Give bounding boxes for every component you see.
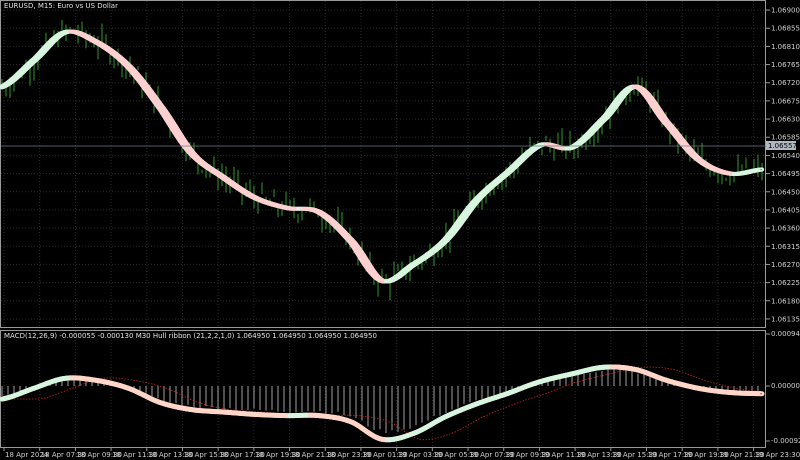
price-axis-label: 1.06540 — [771, 152, 800, 160]
price-axis-label: 1.06180 — [771, 297, 800, 305]
price-axis-label: 1.06450 — [771, 188, 800, 196]
price-axis-label: 1.06630 — [771, 116, 800, 124]
current-price-label: 1.06557 — [768, 142, 797, 150]
price-axis-label: 1.06900 — [771, 7, 800, 15]
chart-background — [0, 0, 800, 460]
trading-terminal[interactable]: EURUSD, M15: Euro vs US Dollar MACD(12,2… — [0, 0, 800, 460]
price-axis-label: 1.06675 — [771, 97, 800, 105]
price-axis-label: 1.06810 — [771, 43, 800, 51]
indicator-axis-top: 0.000943 — [771, 330, 800, 338]
time-axis-label: 19 Apr 23:30 — [755, 451, 800, 459]
price-axis-label: 1.06225 — [771, 279, 800, 287]
price-axis-label: 1.06135 — [771, 315, 800, 323]
price-axis-label: 1.06360 — [771, 225, 800, 233]
main-chart-title: EURUSD, M15: Euro vs US Dollar — [4, 2, 118, 10]
current-price-tag: 1.06557 — [766, 141, 797, 150]
price-axis-label: 1.06315 — [771, 243, 800, 251]
indicator-axis-bottom: -0.000929 — [771, 437, 800, 445]
indicator-axis-zero: 0.000000 — [771, 382, 800, 390]
price-axis-label: 1.06270 — [771, 261, 800, 269]
price-axis-label: 1.06495 — [771, 170, 800, 178]
price-axis-label: 1.06855 — [771, 25, 800, 33]
indicator-title: MACD(12,26,9) -0.000055 -0.000130 M30 Hu… — [4, 332, 377, 340]
price-axis-label: 1.06405 — [771, 206, 800, 214]
price-axis-label: 1.06585 — [771, 134, 800, 142]
price-axis-label: 1.06720 — [771, 79, 800, 87]
price-axis-label: 1.06765 — [771, 61, 800, 69]
